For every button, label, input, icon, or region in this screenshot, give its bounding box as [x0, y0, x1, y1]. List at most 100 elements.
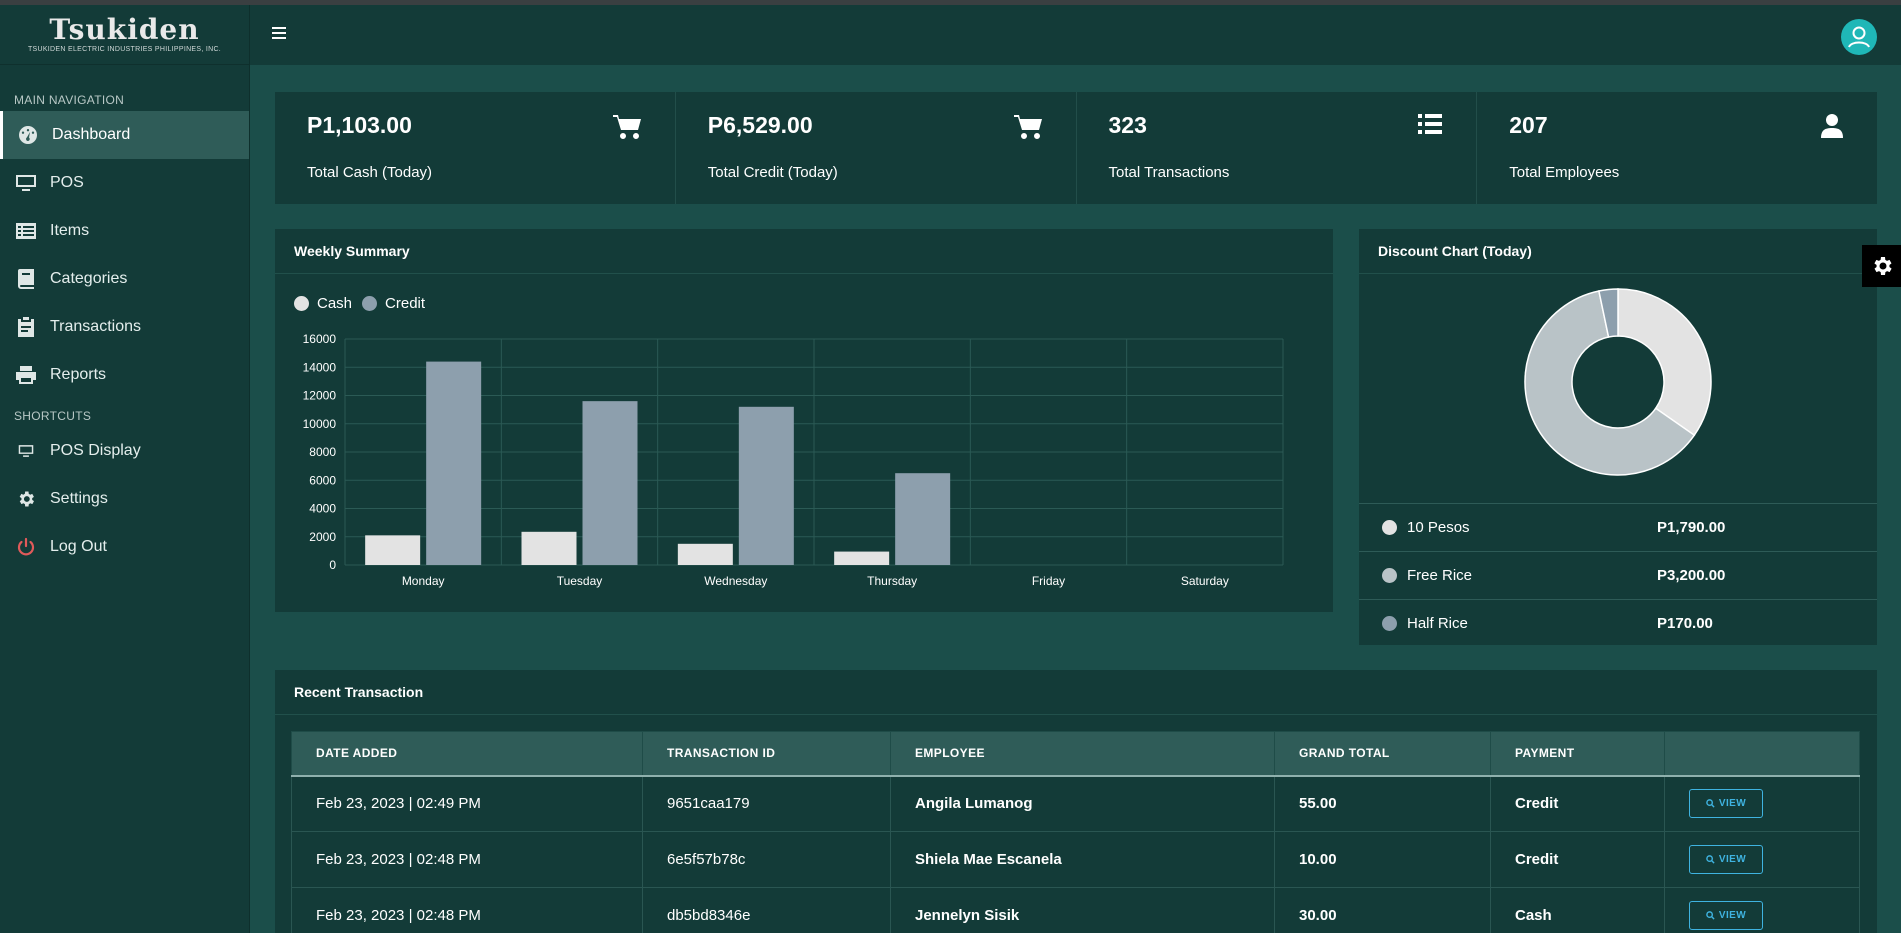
- menu-toggle-icon[interactable]: [272, 27, 286, 41]
- sidebar-item-label: Log Out: [50, 538, 107, 555]
- brand-name: Tsukiden: [49, 13, 200, 46]
- sidebar-item-label: Categories: [50, 270, 128, 287]
- y-tick-label: 14000: [303, 360, 337, 374]
- column-header-payment[interactable]: PAYMENT: [1490, 731, 1665, 777]
- sidebar-item-label: POS Display: [50, 442, 141, 459]
- sidebar-item-categories[interactable]: Categories: [0, 255, 249, 303]
- dashboard-icon: [16, 125, 40, 145]
- cell-actions: VIEW: [1664, 831, 1860, 888]
- discount-amount: P170.00: [1657, 615, 1713, 632]
- brand-subtitle: TSUKIDEN ELECTRIC INDUSTRIES PHILIPPINES…: [27, 46, 222, 53]
- discount-name: Free Rice: [1407, 567, 1473, 584]
- discount-name: 10 Pesos: [1407, 519, 1470, 536]
- discount-chart-title: Discount Chart (Today): [1359, 229, 1877, 274]
- cell-employee: Jennelyn Sisik: [890, 887, 1275, 933]
- column-header-employee[interactable]: EMPLOYEE: [890, 731, 1275, 777]
- bar-cash: [521, 531, 577, 565]
- table-header-row: DATE ADDED TRANSACTION ID EMPLOYEE GRAND…: [291, 731, 1860, 777]
- stat-value: P6,529.00: [707, 112, 813, 138]
- gear-icon: [1873, 257, 1892, 275]
- settings-gear-tab[interactable]: [1862, 245, 1901, 287]
- x-tick-label: Thursday: [867, 574, 917, 588]
- discount-name: Half Rice: [1407, 615, 1468, 632]
- cell-date: Feb 23, 2023 | 02:48 PM: [291, 831, 643, 888]
- column-header-grand-total[interactable]: GRAND TOTAL: [1274, 731, 1491, 777]
- bar-credit: [426, 361, 482, 565]
- sidebar-item-pos-display[interactable]: POS Display: [0, 427, 249, 475]
- list-icon: [14, 221, 38, 241]
- clipboard-icon: [14, 317, 38, 337]
- transactions-table: DATE ADDED TRANSACTION ID EMPLOYEE GRAND…: [291, 731, 1860, 933]
- cell-date: Feb 23, 2023 | 02:48 PM: [291, 887, 643, 933]
- x-tick-label: Friday: [1032, 574, 1065, 588]
- x-tick-label: Saturday: [1181, 574, 1229, 588]
- stat-label: Total Credit (Today): [707, 164, 838, 181]
- stats-row: P1,103.00 Total Cash (Today) P6,529.00 T…: [275, 92, 1877, 204]
- y-tick-label: 0: [329, 558, 336, 572]
- stat-label: Total Transactions: [1108, 164, 1230, 181]
- x-tick-label: Tuesday: [557, 574, 603, 588]
- cell-date: Feb 23, 2023 | 02:49 PM: [291, 775, 643, 832]
- cell-grand-total: 10.00: [1274, 831, 1491, 888]
- view-button[interactable]: VIEW: [1689, 845, 1763, 874]
- bar-cash: [365, 535, 421, 565]
- stat-value: 323: [1108, 112, 1147, 138]
- sidebar-item-items[interactable]: Items: [0, 207, 249, 255]
- sidebar-item-transactions[interactable]: Transactions: [0, 303, 249, 351]
- y-tick-label: 8000: [309, 445, 336, 459]
- legend-swatch: [1382, 616, 1397, 631]
- search-icon: [1706, 855, 1715, 864]
- sidebar-item-label: Items: [50, 222, 90, 239]
- discount-amount: P3,200.00: [1657, 567, 1726, 584]
- cell-actions: VIEW: [1664, 775, 1860, 832]
- view-button[interactable]: VIEW: [1689, 901, 1763, 930]
- cell-actions: VIEW: [1664, 887, 1860, 933]
- view-button[interactable]: VIEW: [1689, 789, 1763, 819]
- table-row: Feb 23, 2023 | 02:49 PM 9651caa179 Angil…: [291, 775, 1860, 832]
- user-icon: [1821, 114, 1843, 143]
- y-tick-label: 12000: [303, 389, 337, 403]
- sidebar-item-label: Reports: [50, 366, 107, 383]
- cart-icon: [612, 114, 641, 145]
- cell-payment: Cash: [1490, 887, 1665, 933]
- legend-swatch: [1382, 568, 1397, 583]
- discount-row-free-rice: Free Rice P3,200.00: [1359, 551, 1877, 599]
- column-header-date[interactable]: DATE ADDED: [291, 731, 643, 777]
- cell-grand-total: 30.00: [1274, 887, 1491, 933]
- y-tick-label: 2000: [309, 530, 336, 544]
- sidebar-item-logout[interactable]: Log Out: [0, 523, 249, 571]
- cell-payment: Credit: [1490, 775, 1665, 832]
- x-tick-label: Monday: [402, 574, 445, 588]
- sidebar-item-pos[interactable]: POS: [0, 159, 249, 207]
- weekly-bar-chart: 16000 14000 12000 10000 8000 6000 4000 2000 0 Mon…: [303, 332, 1284, 588]
- brand-logo[interactable]: Tsukiden TSUKIDEN ELECTRIC INDUSTRIES PH…: [0, 5, 249, 65]
- bar-credit: [738, 406, 794, 565]
- search-icon: [1706, 799, 1715, 808]
- cell-payment: Credit: [1490, 831, 1665, 888]
- user-avatar[interactable]: [1841, 19, 1877, 55]
- power-icon: [14, 537, 38, 557]
- donut-slice-0[interactable]: [1617, 288, 1712, 437]
- monitor-icon: [14, 173, 38, 193]
- x-tick-label: Wednesday: [704, 574, 767, 588]
- book-icon: [14, 269, 38, 289]
- stat-card-total-credit: P6,529.00 Total Credit (Today): [676, 92, 1077, 204]
- sidebar-item-reports[interactable]: Reports: [0, 351, 249, 399]
- bar-cash: [677, 543, 733, 565]
- sidebar-item-settings[interactable]: Settings: [0, 475, 249, 523]
- stat-value: 207: [1509, 112, 1548, 138]
- search-icon: [1706, 911, 1715, 920]
- discount-row-half-rice: Half Rice P170.00: [1359, 599, 1877, 647]
- gear-icon: [14, 489, 38, 509]
- table-row: Feb 23, 2023 | 02:48 PM 6e5f57b78c Shiel…: [291, 831, 1860, 888]
- stat-card-total-employees: 207 Total Employees: [1477, 92, 1877, 204]
- discount-row-10-pesos: 10 Pesos P1,790.00: [1359, 503, 1877, 551]
- stat-card-total-transactions: 323 Total Transactions: [1077, 92, 1478, 204]
- bar-credit: [895, 473, 951, 565]
- weekly-summary-panel: Weekly Summary Cash Credit 16000 14000 120…: [275, 229, 1333, 612]
- sidebar-item-label: Transactions: [50, 318, 141, 335]
- column-header-actions: [1664, 731, 1860, 777]
- column-header-transaction-id[interactable]: TRANSACTION ID: [642, 731, 891, 777]
- table-row: Feb 23, 2023 | 02:48 PM db5bd8346e Jenne…: [291, 887, 1860, 933]
- sidebar-item-dashboard[interactable]: Dashboard: [0, 111, 249, 159]
